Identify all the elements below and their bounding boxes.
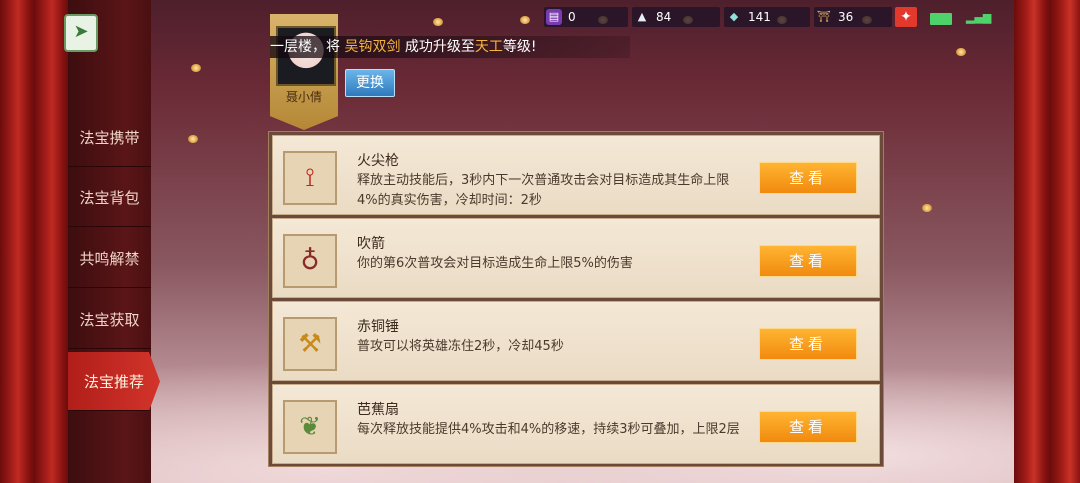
announcement-prefix: 一层楼，将	[270, 39, 340, 55]
sidebar-item-carry[interactable]: 法宝携带	[68, 108, 151, 167]
announcement-middle: 成功升级至	[404, 39, 475, 55]
view-button[interactable]: 查看	[759, 328, 857, 360]
treasure-card: ♁ 吹箭 你的第6次普攻会对目标造成生命上限5%的伤害 查看	[272, 218, 880, 298]
fan-icon: ❦	[299, 412, 321, 442]
swap-hero-button[interactable]: 更换	[345, 69, 395, 97]
back-arrow-icon: ➤	[73, 21, 89, 42]
lantern-light	[188, 135, 198, 143]
sidebar-item-label: 法宝推荐	[83, 372, 144, 391]
announcement-suffix: 等级!	[502, 39, 537, 55]
sidebar-item-recommend[interactable]: 法宝推荐	[68, 352, 160, 411]
resource-value: 36	[838, 10, 854, 24]
announcement-level: 天工	[474, 39, 503, 55]
hero-name: 聂小倩	[285, 90, 322, 104]
treasure-icon-frame: ❦	[283, 400, 337, 454]
lantern-light	[520, 16, 530, 24]
hammer-icon: ⚒	[298, 329, 322, 359]
treasure-desc: 普攻可以将英雄冻住2秒，冷却45秒	[357, 339, 564, 354]
lantern-light	[433, 18, 443, 26]
treasure-icon-frame: ♁	[283, 234, 337, 288]
sidebar-item-resonance[interactable]: 共鸣解禁	[68, 229, 151, 288]
treasure-icon-frame: ⚒	[283, 317, 337, 371]
plus-icon: ✦	[900, 9, 912, 25]
lantern-light	[191, 64, 201, 72]
treasure-name: 火尖枪	[357, 153, 399, 169]
treasure-card: ⟟ 火尖枪 释放主动技能后，3秒内下一次普通攻击会对目标造成其生命上限4%的真实…	[272, 135, 880, 215]
lantern-light	[922, 204, 932, 212]
resource-silver[interactable]: ▲ 84	[632, 7, 720, 27]
treasure-name: 吹箭	[357, 236, 385, 252]
left-curtain	[0, 0, 70, 483]
treasure-desc: 释放主动技能后，3秒内下一次普通攻击会对目标造成其生命上限4%的真实伤害，冷却时…	[357, 173, 730, 208]
treasure-card: ❦ 芭蕉扇 每次释放技能提供4%攻击和4%的移速，持续3秒可叠加，上限2层 查看	[272, 384, 880, 464]
view-button[interactable]: 查看	[759, 162, 857, 194]
lantern-light	[956, 48, 966, 56]
right-curtain	[1014, 0, 1080, 483]
silver-icon: ▲	[637, 10, 647, 23]
treasure-icon-frame: ⟟	[283, 151, 337, 205]
sidebar-item-bag[interactable]: 法宝背包	[68, 168, 151, 227]
sidebar-item-label: 法宝获取	[79, 310, 140, 329]
gem-icon: ◆	[729, 10, 739, 23]
back-button[interactable]: ➤	[64, 14, 98, 52]
view-button[interactable]: 查看	[759, 411, 857, 443]
pouch-icon: ♁	[300, 246, 320, 276]
treasure-desc: 你的第6次普攻会对目标造成生命上限5%的伤害	[357, 256, 633, 271]
view-button[interactable]: 查看	[759, 245, 857, 277]
treasure-desc: 每次释放技能提供4%攻击和4%的移速，持续3秒可叠加，上限2层	[357, 422, 740, 437]
announcement-item: 吴钩双剑	[344, 39, 401, 55]
sidebar-item-label: 共鸣解禁	[79, 249, 140, 268]
resource-value: 84	[656, 10, 672, 24]
treasure-name: 赤铜锤	[357, 319, 399, 335]
resource-value: 141	[748, 10, 771, 24]
resource-gate[interactable]: ⛩ 36	[814, 7, 892, 27]
sidebar-item-label: 法宝背包	[79, 188, 140, 207]
resource-book[interactable]: ▤ 0	[544, 7, 628, 27]
battery-icon	[930, 13, 952, 25]
resource-value: 0	[568, 10, 576, 24]
add-resource-button[interactable]: ✦	[895, 7, 917, 27]
treasure-name: 芭蕉扇	[357, 402, 399, 418]
treasure-card: ⚒ 赤铜锤 普攻可以将英雄冻住2秒，冷却45秒 查看	[272, 301, 880, 381]
sidebar-item-obtain[interactable]: 法宝获取	[68, 290, 151, 349]
announcement-bar: 一层楼，将 吴钩双剑 成功升级至天工等级!	[270, 36, 630, 58]
signal-icon: ▂▄▆	[966, 11, 992, 24]
book-icon: ▤	[546, 9, 562, 25]
spear-icon: ⟟	[305, 163, 315, 193]
resource-gem[interactable]: ◆ 141	[724, 7, 810, 27]
gate-icon: ⛩	[817, 10, 831, 23]
sidebar-item-label: 法宝携带	[79, 128, 140, 147]
